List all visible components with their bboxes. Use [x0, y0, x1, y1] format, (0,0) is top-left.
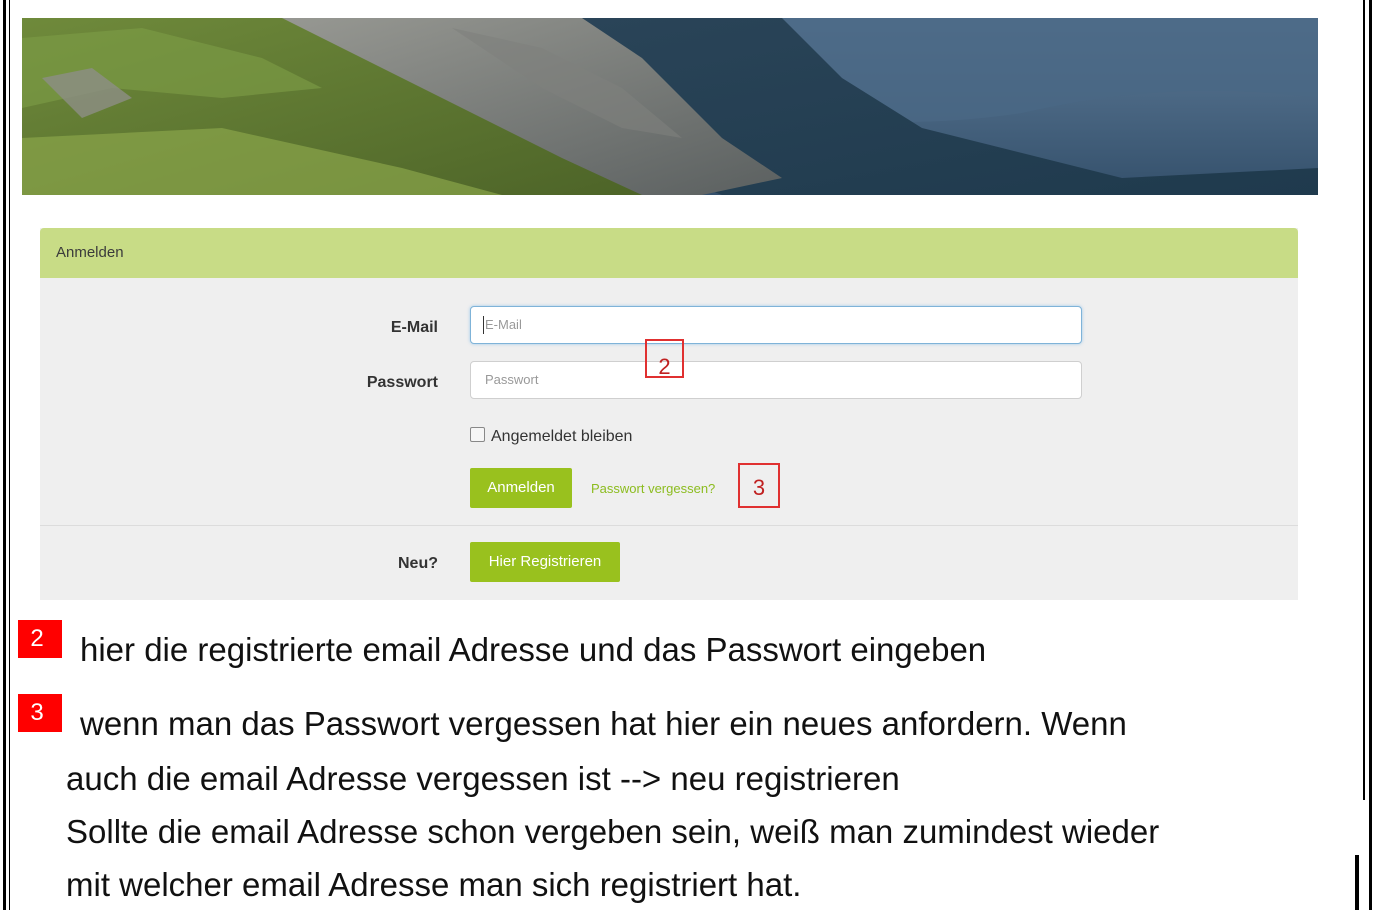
mountain-banner-image: [22, 18, 1318, 195]
page-border-right: [1369, 0, 1372, 910]
email-input[interactable]: E-Mail: [470, 306, 1082, 344]
note-3-line-3: Sollte die email Adresse schon vergeben …: [66, 813, 1160, 850]
login-panel-heading: Anmelden: [40, 228, 1298, 278]
page-border-left: [3, 0, 6, 910]
register-button[interactable]: Hier Registrieren: [470, 542, 620, 582]
login-panel: Anmelden: [40, 228, 1298, 600]
note-3-line-4: mit welcher email Adresse man sich regis…: [66, 866, 802, 903]
page-border-right-inner: [1363, 0, 1365, 800]
login-heading-text: Anmelden: [56, 244, 124, 261]
page-border-left-inner: [9, 0, 10, 910]
login-button[interactable]: Anmelden: [470, 468, 572, 508]
annotation-marker-3: 3: [738, 463, 780, 508]
new-user-label: Neu?: [398, 555, 438, 572]
note-3-line-2: auch die email Adresse vergessen ist -->…: [66, 760, 900, 797]
remember-me-label: Angemeldet bleiben: [491, 428, 633, 445]
password-placeholder: Passwort: [485, 372, 539, 387]
annotation-marker-2: 2: [645, 339, 684, 379]
note-badge-2: 2: [18, 620, 62, 658]
remember-me-row[interactable]: Angemeldet bleiben: [470, 427, 632, 446]
forgot-password-link[interactable]: Passwort vergessen?: [591, 481, 715, 496]
page-border-right-fragment: [1355, 855, 1359, 910]
text-caret: [483, 316, 484, 334]
remember-me-checkbox[interactable]: [470, 427, 485, 442]
note-badge-3: 3: [18, 694, 62, 732]
email-label: E-Mail: [390, 319, 438, 336]
email-placeholder: E-Mail: [485, 317, 522, 332]
note-3-line-1: wenn man das Passwort vergessen hat hier…: [80, 705, 1127, 742]
panel-divider: [40, 525, 1298, 526]
password-input[interactable]: Passwort: [470, 361, 1082, 399]
note-2-text: hier die registrierte email Adresse und …: [80, 631, 987, 668]
password-label: Passwort: [366, 374, 438, 391]
